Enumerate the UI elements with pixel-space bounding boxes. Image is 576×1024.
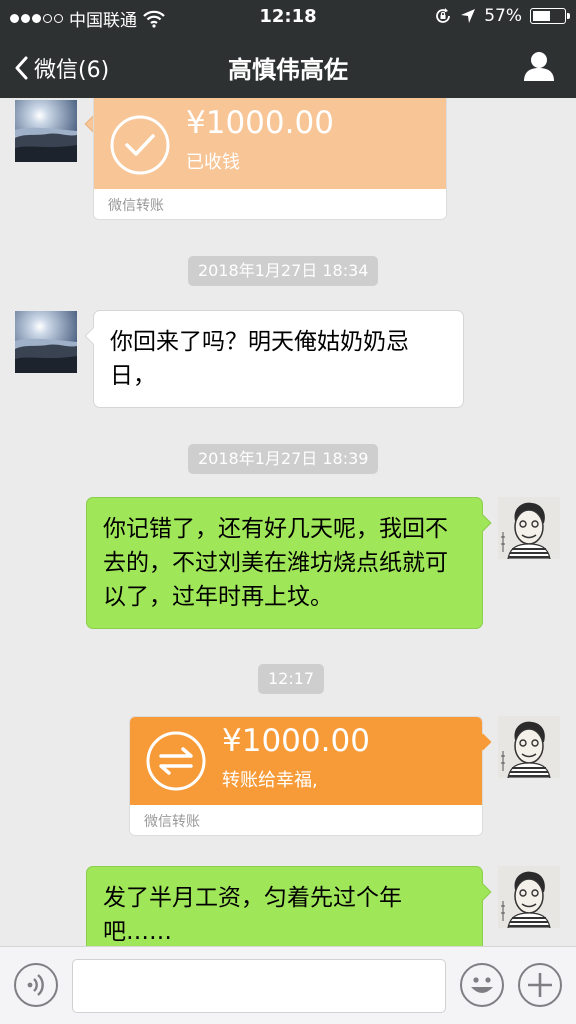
timestamp: 2018年1月27日 18:39 (188, 444, 379, 474)
sent-transfer-top: ¥1000.00 转账给幸福, (130, 717, 482, 805)
sent-transfer-card[interactable]: ¥1000.00 转账给幸福, 微信转账 (129, 716, 483, 836)
cartoon-portrait (498, 716, 560, 778)
transfer-amount: ¥1000.00 (186, 105, 334, 141)
contact-avatar[interactable] (15, 311, 77, 373)
received-transfer-card[interactable]: ¥1000.00 已收钱 微信转账 (93, 98, 447, 220)
status-bar: 中国联通 12:18 57% (0, 0, 576, 34)
location-arrow-icon (461, 9, 476, 23)
message-bubble-sent[interactable]: 你记错了，还有好几天呢，我回不去的，不过刘美在潍坊烧点纸就可以了，过年时再上坟。 (86, 497, 483, 629)
transfer-arrows-icon (146, 731, 206, 791)
message-text: 你回来了吗？明天俺姑奶奶忌日， (110, 329, 409, 389)
plus-icon (528, 973, 552, 997)
cartoon-portrait (498, 497, 560, 559)
timestamp: 2018年1月27日 18:34 (188, 256, 379, 286)
emoji-icon (471, 977, 493, 993)
back-label: 微信(6) (34, 58, 110, 83)
message-bubble-received[interactable]: 你回来了吗？明天俺姑奶奶忌日， (93, 310, 464, 408)
emoji-button[interactable] (460, 963, 504, 1007)
rotation-lock-icon (436, 8, 451, 23)
transfer-footer: 微信转账 (94, 189, 446, 219)
cartoon-portrait (498, 866, 560, 928)
status-right-group: 57% (434, 6, 570, 26)
voice-icon (27, 974, 44, 996)
message-text: 发了半月工资，匀着先过个年吧…… (103, 885, 402, 945)
nav-bar: 微信(6) 高慎伟高佐 (0, 34, 576, 98)
message-bubble-sent[interactable]: 发了半月工资，匀着先过个年吧…… (86, 866, 483, 946)
plus-button[interactable] (518, 963, 562, 1007)
timestamp: 12:17 (258, 664, 325, 694)
sunrise-photo (15, 100, 77, 162)
transfer-footer: 微信转账 (130, 805, 482, 835)
transfer-note: 已收钱 (186, 152, 240, 173)
person-icon[interactable] (522, 50, 556, 82)
voice-button[interactable] (14, 963, 58, 1007)
battery-fill (533, 11, 550, 21)
sunrise-photo (15, 311, 77, 373)
transfer-note: 转账给幸福, (222, 770, 318, 791)
check-circle-icon (110, 115, 170, 175)
battery-percent: 57% (484, 6, 522, 26)
my-avatar[interactable] (498, 716, 560, 778)
chevron-left-icon (15, 56, 28, 80)
input-bar (0, 946, 576, 1024)
my-avatar[interactable] (498, 866, 560, 928)
battery-icon (530, 8, 570, 24)
chat-area[interactable]: ¥1000.00 已收钱 微信转账 2018年1月27日 18:34 你回来了吗… (0, 98, 576, 946)
message-input[interactable] (72, 959, 446, 1013)
received-transfer-top: ¥1000.00 已收钱 (94, 98, 446, 189)
back-button[interactable]: 微信(6) (14, 52, 109, 84)
message-text: 你记错了，还有好几天呢，我回不去的，不过刘美在潍坊烧点纸就可以了，过年时再上坟。 (103, 516, 448, 610)
transfer-amount: ¥1000.00 (222, 723, 370, 759)
my-avatar[interactable] (498, 497, 560, 559)
contact-avatar[interactable] (15, 100, 77, 162)
